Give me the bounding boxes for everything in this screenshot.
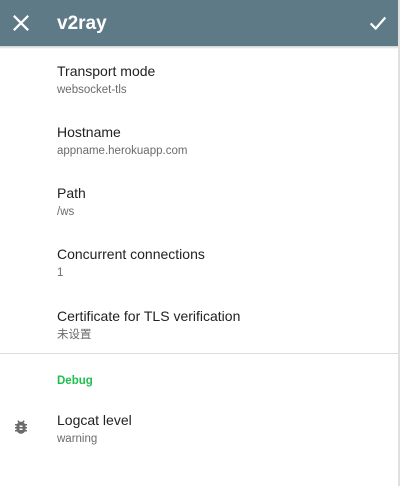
pref-title: Logcat level bbox=[57, 412, 132, 428]
pref-transport-mode[interactable]: Transport mode websocket-tls bbox=[57, 63, 377, 97]
pref-title: Concurrent connections bbox=[57, 246, 205, 262]
close-icon[interactable] bbox=[10, 12, 32, 34]
pref-summary: appname.herokuapp.com bbox=[57, 145, 188, 157]
pref-summary: /ws bbox=[57, 206, 75, 218]
pref-logcat-level[interactable]: Logcat level warning bbox=[57, 412, 377, 446]
pref-summary: 未设置 bbox=[57, 329, 92, 341]
pref-concurrent-connections[interactable]: Concurrent connections 1 bbox=[57, 246, 377, 280]
pref-title: Certificate for TLS verification bbox=[57, 308, 241, 324]
section-divider bbox=[0, 353, 398, 354]
pref-hostname[interactable]: Hostname appname.herokuapp.com bbox=[57, 124, 377, 158]
pref-summary: warning bbox=[57, 433, 98, 445]
pref-title: Hostname bbox=[57, 124, 121, 140]
pref-title: Transport mode bbox=[57, 63, 156, 79]
app-bar: v2ray bbox=[0, 0, 398, 46]
app-bar-shadow bbox=[0, 46, 398, 49]
bug-icon bbox=[15, 420, 27, 434]
page-title: v2ray bbox=[57, 13, 107, 34]
check-icon[interactable] bbox=[367, 12, 389, 34]
category-debug: Debug bbox=[57, 375, 93, 387]
pref-path[interactable]: Path /ws bbox=[57, 185, 377, 219]
pref-tls-certificate[interactable]: Certificate for TLS verification 未设置 bbox=[57, 308, 377, 342]
pref-title: Path bbox=[57, 185, 86, 201]
pref-summary: 1 bbox=[57, 267, 64, 279]
pref-summary: websocket-tls bbox=[57, 84, 127, 96]
